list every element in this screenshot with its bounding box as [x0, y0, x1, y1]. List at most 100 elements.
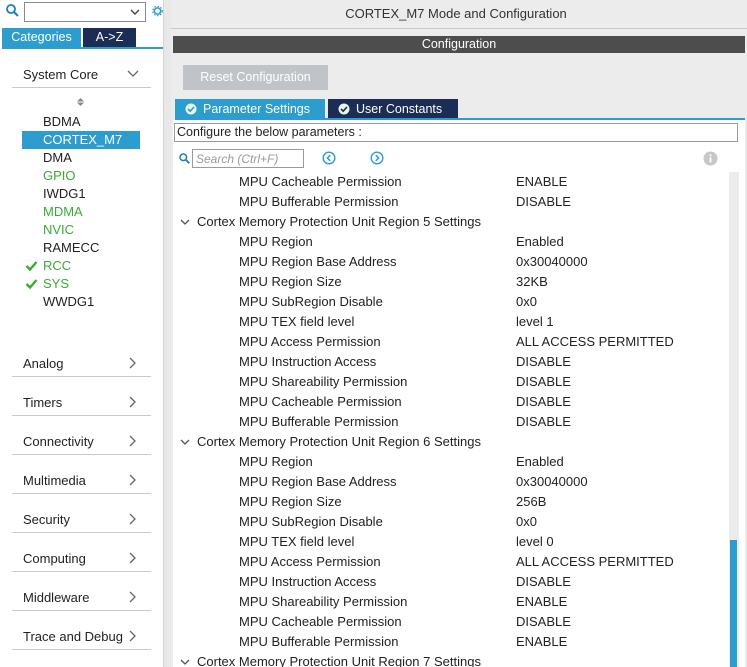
parameter-name: MPU Region Base Address [239, 254, 397, 269]
category-multimedia[interactable]: Multimedia [12, 466, 151, 494]
reset-configuration-button[interactable]: Reset Configuration [183, 65, 328, 90]
parameter-row[interactable]: MPU Region Base Address 0x30040000 [173, 472, 731, 492]
chevron-down-icon[interactable] [180, 437, 190, 447]
info-icon[interactable] [703, 151, 718, 166]
parameter-row[interactable]: MPU Shareability Permission ENABLE [173, 592, 731, 612]
chevron-right-icon [129, 396, 136, 408]
chevron-down-icon[interactable] [180, 657, 190, 667]
category-computing[interactable]: Computing [12, 544, 151, 572]
item-label: WWDG1 [43, 294, 95, 309]
tab-parameter-settings[interactable]: Parameter Settings [175, 99, 325, 119]
parameter-value[interactable]: DISABLE [516, 612, 571, 632]
parameter-value[interactable]: ENABLE [516, 592, 567, 612]
parameter-row[interactable]: MPU TEX field level level 1 [173, 312, 731, 332]
left-sidebar: Categories A->Z System Core BDMA CORTEX_… [0, 0, 163, 667]
next-arrow-icon[interactable] [370, 151, 384, 165]
item-label: BDMA [43, 114, 81, 129]
parameter-value[interactable]: 0x0 [516, 292, 537, 312]
scroll-up-icon[interactable] [76, 97, 85, 107]
parameter-row[interactable]: MPU Access Permission ALL ACCESS PERMITTE… [173, 552, 731, 572]
parameter-row[interactable]: MPU Cacheable Permission DISABLE [173, 392, 731, 412]
parameter-row[interactable]: MPU Region Size 256B [173, 492, 731, 512]
parameter-value[interactable]: ENABLE [516, 632, 567, 652]
check-circle-icon [185, 103, 197, 115]
parameter-table: MPU Cacheable Permission ENABLE MPU Buffer… [173, 172, 731, 667]
title-divider [171, 28, 747, 29]
category-system-core[interactable]: System Core [12, 60, 151, 88]
parameter-value[interactable]: ALL ACCESS PERMITTED [516, 332, 674, 352]
parameter-panel: Configure the below parameters : MPU Cac… [173, 120, 745, 667]
parameter-value[interactable]: 0x30040000 [516, 252, 588, 272]
parameter-row[interactable]: MPU Bufferable Permission DISABLE [173, 192, 731, 212]
parameter-row[interactable]: MPU Cacheable Permission ENABLE [173, 172, 731, 192]
parameter-value[interactable]: DISABLE [516, 372, 571, 392]
parameter-row[interactable]: MPU Bufferable Permission ENABLE [173, 632, 731, 652]
category-connectivity[interactable]: Connectivity [12, 427, 151, 455]
tab-user-constants[interactable]: User Constants [328, 99, 458, 119]
group-row[interactable]: Cortex Memory Protection Unit Region 7 S… [173, 652, 731, 667]
parameter-row[interactable]: MPU Cacheable Permission DISABLE [173, 612, 731, 632]
parameter-row[interactable]: MPU Region Enabled [173, 452, 731, 472]
parameter-value[interactable]: DISABLE [516, 352, 571, 372]
parameter-row[interactable]: MPU TEX field level level 0 [173, 532, 731, 552]
parameter-row[interactable]: MPU Shareability Permission DISABLE [173, 372, 731, 392]
category-middleware[interactable]: Middleware [12, 583, 151, 611]
parameter-value[interactable]: ENABLE [516, 172, 567, 192]
parameter-value[interactable]: DISABLE [516, 392, 571, 412]
category-security[interactable]: Security [12, 505, 151, 533]
parameter-value[interactable]: DISABLE [516, 412, 571, 432]
parameter-row[interactable]: MPU Bufferable Permission DISABLE [173, 412, 731, 432]
parameter-row[interactable]: MPU Instruction Access DISABLE [173, 572, 731, 592]
search-icon[interactable] [6, 4, 19, 17]
parameter-row[interactable]: MPU Access Permission ALL ACCESS PERMITTE… [173, 332, 731, 352]
parameter-row[interactable]: MPU SubRegion Disable 0x0 [173, 512, 731, 532]
parameter-row[interactable]: MPU Instruction Access DISABLE [173, 352, 731, 372]
chevron-down-icon[interactable] [128, 5, 142, 19]
parameter-row[interactable]: MPU Region Size 32KB [173, 272, 731, 292]
parameter-value[interactable]: DISABLE [516, 192, 571, 212]
parameter-value[interactable]: 0x0 [516, 512, 537, 532]
scrollbar-thumb[interactable] [730, 540, 737, 667]
parameter-name: MPU Instruction Access [239, 354, 377, 369]
parameter-value[interactable]: level 1 [516, 312, 554, 332]
chevron-right-icon [129, 591, 136, 603]
parameter-name: MPU Region [239, 234, 313, 249]
parameter-row[interactable]: MPU Region Enabled [173, 232, 731, 252]
parameter-value[interactable]: DISABLE [516, 572, 571, 592]
parameter-name: MPU Region Size [239, 274, 342, 289]
category-trace-and-debug[interactable]: Trace and Debug [12, 622, 151, 650]
gear-icon[interactable] [152, 4, 163, 18]
parameter-value[interactable]: Enabled [516, 232, 564, 252]
parameter-name: MPU Region Size [239, 494, 342, 509]
search-input[interactable] [192, 149, 304, 168]
parameter-value[interactable]: level 0 [516, 532, 554, 552]
category-analog[interactable]: Analog [12, 349, 151, 377]
group-row[interactable]: Cortex Memory Protection Unit Region 5 S… [173, 212, 731, 232]
category-label: Connectivity [23, 434, 94, 449]
parameter-row[interactable]: MPU SubRegion Disable 0x0 [173, 292, 731, 312]
chevron-down-icon[interactable] [180, 217, 190, 227]
parameter-value[interactable]: Enabled [516, 452, 564, 472]
search-icon[interactable] [179, 153, 190, 164]
item-label: DMA [43, 150, 72, 165]
parameter-name: MPU TEX field level [239, 534, 355, 549]
category-timers[interactable]: Timers [12, 388, 151, 416]
list-item[interactable]: CORTEX_M7 [22, 131, 140, 149]
panel-divider[interactable] [163, 0, 171, 667]
parameter-value[interactable]: 0x30040000 [516, 472, 588, 492]
category-label: Security [23, 512, 70, 527]
parameter-value[interactable]: ALL ACCESS PERMITTED [516, 552, 674, 572]
group-row[interactable]: Cortex Memory Protection Unit Region 6 S… [173, 432, 731, 452]
checkmark-icon [25, 279, 38, 290]
parameter-value[interactable]: 32KB [516, 272, 548, 292]
parameter-value[interactable]: 256B [516, 492, 546, 512]
tab-a-to-z[interactable]: A->Z [83, 28, 136, 47]
prev-arrow-icon[interactable] [322, 151, 336, 165]
category-label: Analog [23, 356, 64, 371]
tab-categories[interactable]: Categories [2, 28, 81, 47]
sidebar-search-combo[interactable] [24, 2, 146, 22]
item-label: NVIC [43, 222, 75, 237]
check-circle-icon [338, 103, 350, 115]
parameter-row[interactable]: MPU Region Base Address 0x30040000 [173, 252, 731, 272]
group-label: Cortex Memory Protection Unit Region 5 S… [197, 214, 481, 229]
